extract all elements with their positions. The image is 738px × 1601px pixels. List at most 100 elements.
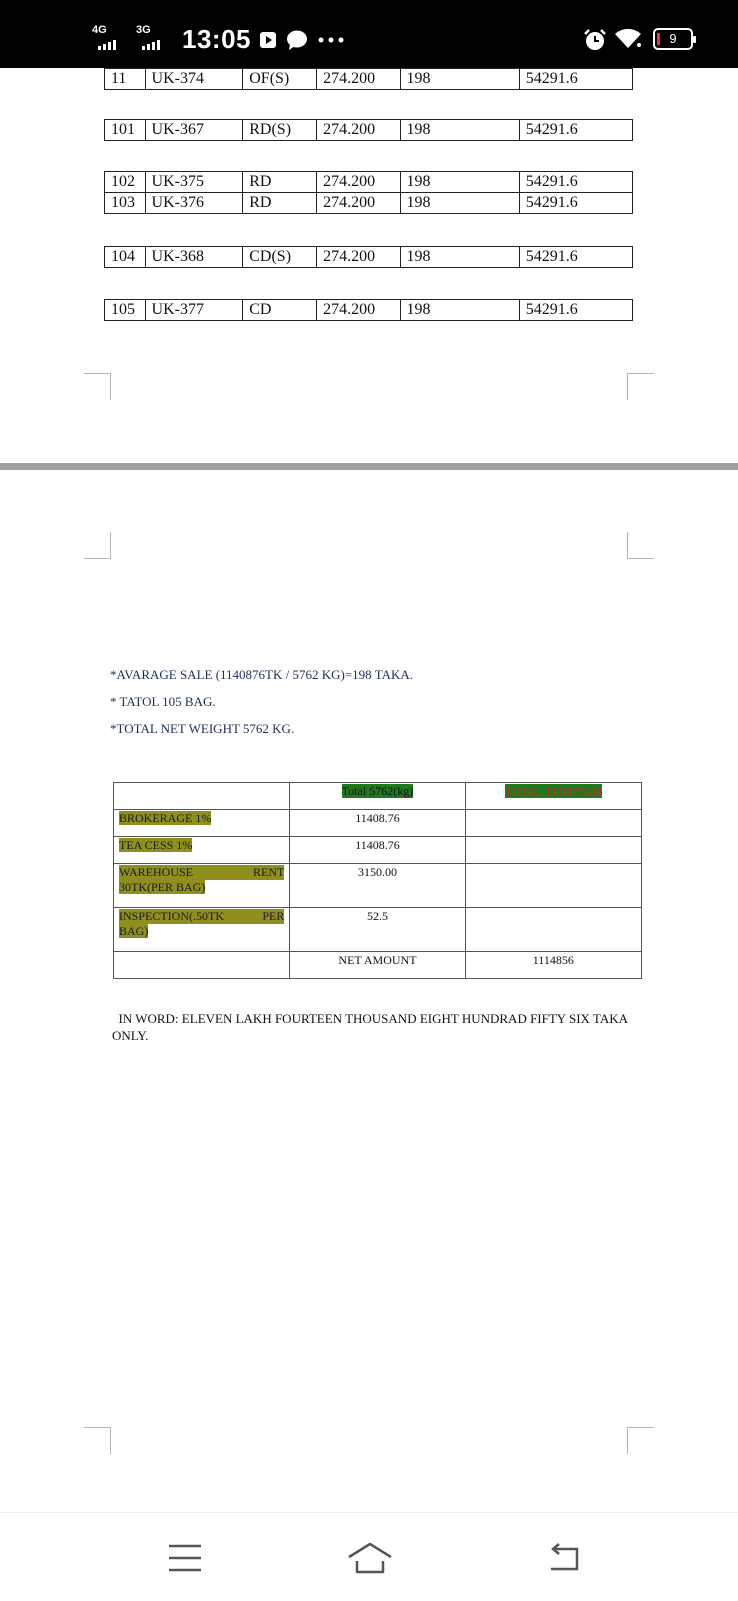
lot-number: 105 xyxy=(104,299,146,321)
tea-cess-label: TEA CESS 1% xyxy=(119,838,193,852)
amount-in-words-text: IN WORD: ELEVEN LAKH FOURTEEN THOUSAND E… xyxy=(112,1011,628,1043)
rate: 198 xyxy=(399,246,520,268)
page-corner-mark xyxy=(84,532,111,559)
more-dots-icon xyxy=(318,37,344,43)
lot-number: 101 xyxy=(104,119,146,141)
amount: 54291.6 xyxy=(518,299,634,321)
grade: CD xyxy=(242,299,318,321)
chat-bubble-icon xyxy=(287,30,307,50)
recent-apps-button[interactable] xyxy=(155,1533,215,1583)
table-row: 11 UK-374 OF(S) 274.200 198 54291.6 xyxy=(104,68,634,90)
page-corner-mark xyxy=(84,1427,111,1454)
table-row: Total 5762(kg) TOTAL 1140876.00 xyxy=(112,782,643,810)
per-bag-label: 30TK(PER BAG) xyxy=(119,880,206,894)
rate: 198 xyxy=(399,119,520,141)
battery-icon: 9 xyxy=(653,28,696,50)
network-type-label: 3G xyxy=(136,24,151,36)
table-row: 104 UK-368 CD(S) 274.200 198 54291.6 xyxy=(104,246,634,268)
inspection-value: 52.5 xyxy=(289,907,466,952)
amount: 54291.6 xyxy=(518,68,634,90)
lot-number: 11 xyxy=(104,68,146,90)
empty-cell xyxy=(464,836,643,864)
data-row-table: 11 UK-374 OF(S) 274.200 198 54291.6 xyxy=(104,68,634,90)
grade: RD(S) xyxy=(242,119,318,141)
home-button[interactable] xyxy=(340,1533,400,1583)
page-corner-mark xyxy=(627,373,654,400)
per-label: PER xyxy=(262,909,285,923)
table-row: 105 UK-377 CD 274.200 198 54291.6 xyxy=(104,299,634,321)
table-row: 101 UK-367 RD(S) 274.200 198 54291.6 xyxy=(104,119,634,141)
back-icon xyxy=(551,1543,579,1571)
back-button[interactable] xyxy=(535,1533,595,1583)
net-amount-value: 1114856 xyxy=(464,951,643,979)
rate: 198 xyxy=(399,299,520,321)
lot-number: 104 xyxy=(104,246,146,268)
total-weight-note: *TOTAL NET WEIGHT 5762 KG. xyxy=(110,721,295,736)
rate: 198 xyxy=(399,68,520,90)
empty-cell xyxy=(464,863,643,908)
label-cell: BROKERAGE 1% xyxy=(112,809,291,837)
invoice-number: UK-368 xyxy=(144,246,244,268)
network-type-label: 4G xyxy=(92,24,107,36)
empty-cell xyxy=(112,951,291,979)
brokerage-label: BROKERAGE 1% xyxy=(119,811,212,825)
lot-number: 103 xyxy=(104,192,146,214)
amount: 54291.6 xyxy=(518,192,634,214)
weight: 274.200 xyxy=(316,171,401,193)
total-kg-cell: Total 5762(kg) xyxy=(289,782,466,810)
warehouse-value: 3150.00 xyxy=(289,863,466,908)
rate: 198 xyxy=(399,171,520,193)
clock-time: 13:05 xyxy=(182,24,251,54)
weight: 274.200 xyxy=(316,68,401,90)
label-cell: WAREHOUSE RENT 30TK(PER BAG) xyxy=(112,863,291,908)
table-row: WAREHOUSE RENT 30TK(PER BAG) 3150.00 xyxy=(112,863,643,908)
empty-cell xyxy=(112,782,291,810)
net-amount-label: NET AMOUNT xyxy=(289,951,466,979)
total-tk-cell: TOTAL 1140876.00 xyxy=(464,782,643,810)
total-tk: TOTAL 1140876.00 xyxy=(504,784,602,798)
label-cell: INSPECTION(.50TK PER BAG) xyxy=(112,907,291,952)
data-row-table: 101 UK-367 RD(S) 274.200 198 54291.6 xyxy=(104,119,634,141)
average-sale-note: *AVARAGE SALE (1140876TK / 5762 KG)=198 … xyxy=(110,667,414,682)
bag-label: BAG) xyxy=(119,924,149,938)
brokerage-value: 11408.76 xyxy=(289,809,466,837)
status-bar: 4G 3G 13:05 9 xyxy=(0,0,738,68)
lot-number: 102 xyxy=(104,171,146,193)
table-row: 103 UK-376 RD 274.200 198 54291.6 xyxy=(104,192,634,214)
table-row: BROKERAGE 1% 11408.76 xyxy=(112,809,643,837)
amount: 54291.6 xyxy=(518,119,634,141)
grade: CD(S) xyxy=(242,246,318,268)
rent-label: RENT xyxy=(253,865,285,879)
label-cell: TEA CESS 1% xyxy=(112,836,291,864)
data-row-table: 105 UK-377 CD 274.200 198 54291.6 xyxy=(104,299,634,321)
wifi-icon xyxy=(615,28,641,48)
empty-cell xyxy=(464,809,643,837)
alarm-icon xyxy=(584,29,606,50)
inspection-label-line: INSPECTION(.50TK PER xyxy=(119,909,285,924)
data-row-table: 104 UK-368 CD(S) 274.200 198 54291.6 xyxy=(104,246,634,268)
weight: 274.200 xyxy=(316,119,401,141)
table-row: 102 UK-375 RD 274.200 198 54291.6 xyxy=(104,171,634,193)
empty-cell xyxy=(464,907,643,952)
summary-table: Total 5762(kg) TOTAL 1140876.00 BROKERAG… xyxy=(112,782,643,979)
invoice-number: UK-377 xyxy=(144,299,244,321)
total-bag-note: * TATOL 105 BAG. xyxy=(110,694,216,709)
weight: 274.200 xyxy=(316,192,401,214)
warehouse-label-line: WAREHOUSE RENT xyxy=(119,865,285,880)
grade: RD xyxy=(242,192,318,214)
invoice-number: UK-367 xyxy=(144,119,244,141)
weight: 274.200 xyxy=(316,299,401,321)
invoice-number: UK-375 xyxy=(144,171,244,193)
tea-cess-value: 11408.76 xyxy=(289,836,466,864)
home-icon xyxy=(348,1542,392,1574)
page-corner-mark xyxy=(627,1427,654,1454)
recent-apps-icon xyxy=(169,1544,201,1572)
rate: 198 xyxy=(399,192,520,214)
page-separator xyxy=(0,463,738,470)
table-row: NET AMOUNT 1114856 xyxy=(112,951,643,979)
amount: 54291.6 xyxy=(518,171,634,193)
amount: 54291.6 xyxy=(518,246,634,268)
play-icon xyxy=(260,32,276,48)
navigation-bar xyxy=(0,1512,738,1601)
amount-in-words: IN WORD: ELEVEN LAKH FOURTEEN THOUSAND E… xyxy=(112,1010,632,1044)
